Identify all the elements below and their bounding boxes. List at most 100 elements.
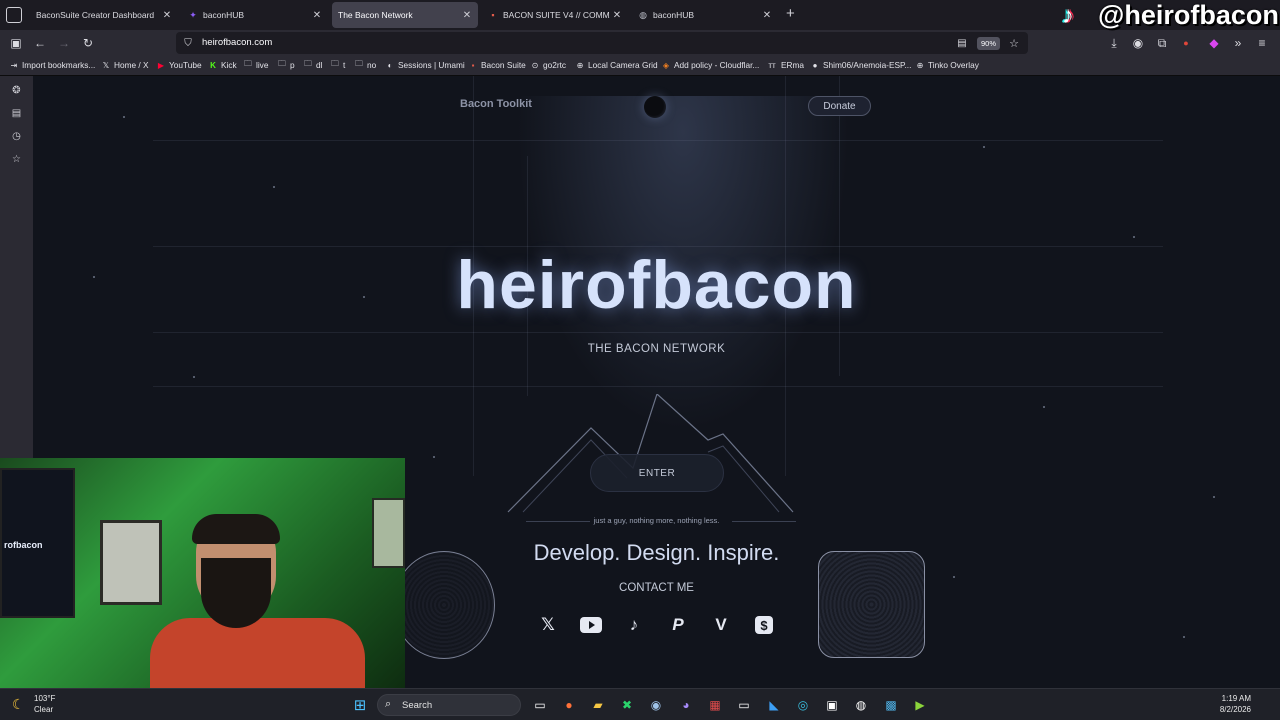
close-icon[interactable]: ✕ (160, 10, 174, 21)
windows-start-icon[interactable]: ⊞ (351, 696, 369, 714)
new-tab-button[interactable]: + (786, 6, 795, 22)
search-label: Search (402, 700, 433, 711)
vscode-icon[interactable]: ◣ (765, 696, 783, 714)
ai-chat-icon[interactable]: ❂ (10, 84, 23, 97)
weather-condition[interactable]: Clear (34, 705, 53, 714)
bookmark-folder[interactable]: 🗀 t (330, 59, 345, 70)
bookmark-star-icon[interactable]: ☆ (1006, 35, 1022, 51)
steam-icon[interactable]: ◉ (647, 696, 665, 714)
discord-icon[interactable]: ◕ (677, 696, 695, 714)
account-icon[interactable]: ◉ (1130, 35, 1146, 51)
star (953, 576, 955, 578)
file-explorer-icon[interactable]: ▰ (589, 696, 607, 714)
close-icon[interactable]: ✕ (760, 10, 774, 21)
bookmark-item[interactable]: ◐ Sessions | Umami (385, 60, 465, 70)
tab-list-button[interactable] (6, 7, 22, 23)
app-window-icon[interactable]: ▣ (823, 696, 841, 714)
tab-bacon-network[interactable]: The Bacon Network ✕ (332, 2, 478, 28)
youtube-icon[interactable] (580, 614, 602, 636)
donate-button[interactable]: Donate (808, 96, 871, 116)
star (1183, 636, 1185, 638)
bacon-suite-icon: ▪ (471, 60, 475, 70)
bookmark-label: Tinko Overlay (928, 60, 979, 70)
bookmark-folder[interactable]: 🗀 dl (303, 59, 322, 70)
play-app-icon[interactable]: ▶ (911, 696, 929, 714)
menu-icon[interactable]: ≡ (1254, 35, 1270, 51)
globe-icon: ◍ (639, 9, 647, 20)
extension-icon[interactable]: ◆ (1206, 35, 1222, 51)
paypal-icon[interactable]: P (667, 614, 689, 636)
bookmarks-icon[interactable]: ☆ (10, 153, 23, 166)
bookmark-item[interactable]: ▶ YouTube (156, 60, 202, 70)
star (983, 146, 985, 148)
reader-view-icon[interactable]: ▤ (954, 35, 970, 51)
bookmark-item[interactable]: ● Shim06/Anemoia-ESP... (810, 60, 912, 70)
download-icon[interactable]: ⤓ (1106, 35, 1122, 51)
firefox-icon[interactable]: ● (560, 696, 578, 714)
tiktok-icon[interactable]: ♪ (623, 614, 645, 636)
forward-icon[interactable]: → (56, 35, 72, 51)
tab-creator-dashboard[interactable]: BaconSuite Creator Dashboard ✕ (30, 2, 178, 28)
bookmark-item[interactable]: ᴛᴛ ERma (766, 60, 804, 70)
grid-line (153, 332, 1163, 333)
tab-bacon-suite-v4[interactable]: ▪ BACON SUITE V4 // COMMAND ✕ (482, 2, 628, 28)
bookmark-label: go2rtc (543, 60, 567, 70)
edge-icon[interactable]: ◎ (794, 696, 812, 714)
bookmark-label: Shim06/Anemoia-ESP... (823, 60, 912, 70)
terminal-icon[interactable]: ▭ (735, 696, 753, 714)
donate-label: Donate (823, 100, 856, 112)
xbox-icon[interactable]: ✖ (618, 696, 636, 714)
shield-icon[interactable]: ⛉ (180, 35, 196, 51)
bookmark-label: Bacon Suite (481, 60, 526, 70)
app-icon[interactable]: ▦ (706, 696, 724, 714)
bookmark-item[interactable]: K Kick (208, 60, 237, 70)
bookmark-label: p (290, 60, 295, 70)
back-icon[interactable]: ← (32, 35, 48, 51)
history-icon[interactable]: ◷ (10, 130, 23, 143)
cashapp-icon[interactable]: $ (753, 614, 775, 636)
close-icon[interactable]: ✕ (610, 10, 624, 21)
bacon-toolkit-link[interactable]: Bacon Toolkit (460, 98, 532, 110)
bookmark-item[interactable]: ⊕ Local Camera Grid (575, 60, 658, 70)
tab-baconhub[interactable]: ✦ baconHUB ✕ (182, 2, 328, 28)
enter-button[interactable]: ENTER (590, 454, 724, 492)
bookmark-folder[interactable]: 🗀 p (277, 59, 295, 70)
bookmark-item[interactable]: ⊙ go2rtc (530, 60, 566, 70)
zoom-level[interactable]: 90% (977, 37, 1001, 50)
bookmark-item[interactable]: ⊕ Tinko Overlay (915, 60, 979, 70)
folder-icon: 🗀 (355, 59, 363, 68)
bookmark-folder[interactable]: 🗀 no (354, 59, 376, 70)
tab-baconhub-2[interactable]: ◍ baconHUB ✕ (632, 2, 778, 28)
url-bar[interactable]: ⛉ heirofbacon.com ▤ 90% ☆ (176, 32, 1028, 54)
extensions-icon[interactable]: ⧉ (1154, 35, 1170, 51)
network-subtitle: THE BACON NETWORK (587, 343, 726, 355)
clock-time[interactable]: 1:19 AM (1222, 694, 1251, 703)
bookmark-folder[interactable]: 🗀 live (243, 59, 268, 70)
circle-decoration (393, 551, 495, 659)
overflow-icon[interactable]: » (1230, 35, 1246, 51)
tab-title: baconHUB (653, 10, 695, 20)
synced-tabs-icon[interactable]: ▤ (10, 107, 23, 120)
obs-icon[interactable]: ◍ (852, 696, 870, 714)
weather-temperature[interactable]: 103°F (34, 694, 55, 703)
bookmark-item[interactable]: ⇥ Import bookmarks... (9, 60, 96, 70)
url-text[interactable]: heirofbacon.com (202, 37, 272, 48)
clock-date[interactable]: 8/2/2026 (1220, 705, 1251, 714)
kick-icon: K (210, 60, 216, 70)
reload-icon[interactable]: ↻ (80, 35, 96, 51)
photos-icon[interactable]: ▩ (882, 696, 900, 714)
task-view-icon[interactable]: ▭ (531, 696, 549, 714)
taskbar-search[interactable]: ⌕ Search (377, 694, 521, 716)
moon-icon[interactable]: ☾ (12, 696, 25, 713)
close-icon[interactable]: ✕ (460, 10, 474, 21)
bookmark-item[interactable]: 𝕏 Home / X (101, 60, 149, 70)
go2rtc-icon: ⊙ (531, 60, 539, 70)
ublock-icon[interactable]: ● (1178, 35, 1194, 51)
bookmark-item[interactable]: ◈ Add policy - Cloudflar... (661, 60, 759, 70)
search-icon: ⌕ (385, 698, 392, 710)
x-icon[interactable]: 𝕏 (537, 614, 559, 636)
bookmark-item[interactable]: ▪ Bacon Suite (468, 60, 526, 70)
sidebar-toggle-icon[interactable]: ▣ (8, 35, 24, 51)
close-icon[interactable]: ✕ (310, 10, 324, 21)
venmo-icon[interactable]: V (710, 614, 732, 636)
